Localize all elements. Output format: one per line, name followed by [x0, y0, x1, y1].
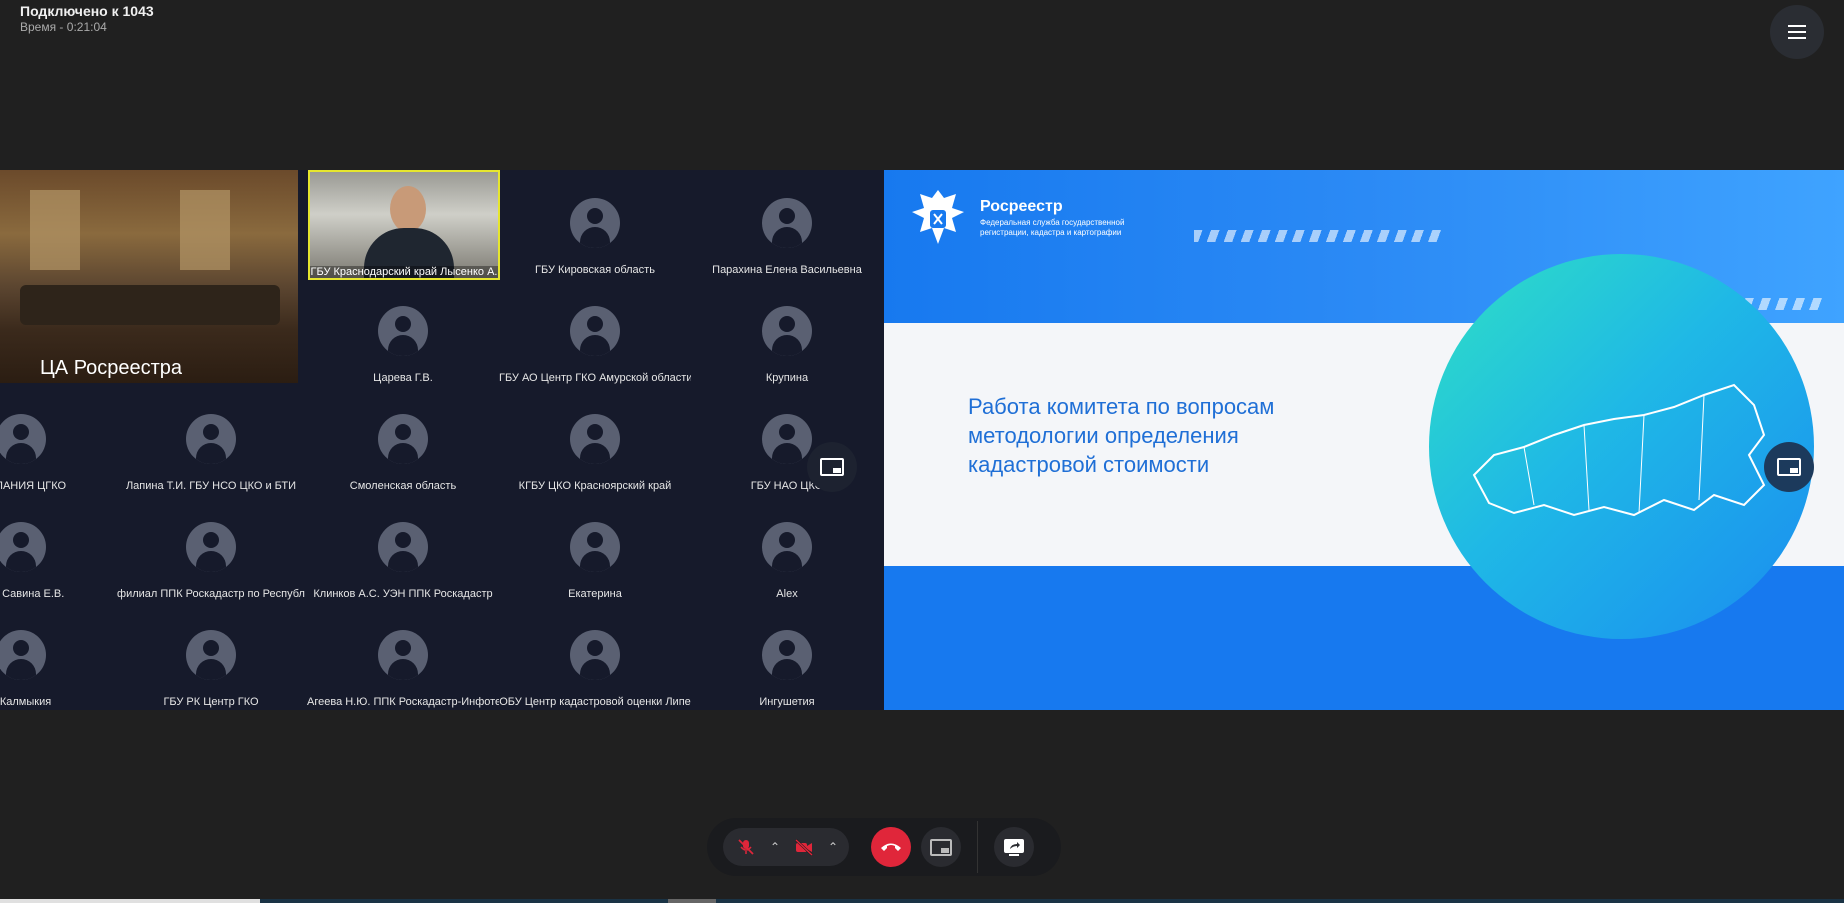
gallery-pip-button[interactable] — [807, 442, 857, 492]
connection-status: Подключено к 1043 Время - 0:21:04 — [20, 3, 154, 34]
phone-hangup-icon — [881, 843, 901, 851]
participant-tile[interactable]: Смоленская область — [307, 386, 499, 494]
participant-name: ГБУ Кировская область — [535, 264, 655, 276]
participant-tile[interactable]: ГБУ РК Центр ГКО — [115, 602, 307, 710]
room-label: ЦА Росреестра — [40, 357, 183, 379]
participant-tile[interactable]: Лапина Т.И. ГБУ НСО ЦКО и БТИ — [115, 386, 307, 494]
media-controls: ⌃ ⌃ — [723, 828, 849, 866]
participant-tile[interactable]: КГБУ ЦКО Красноярский край — [499, 386, 691, 494]
picture-in-picture-icon — [820, 458, 844, 476]
avatar-icon — [570, 630, 620, 680]
mic-toggle-button[interactable] — [729, 830, 763, 864]
participant-name: филиал ППК Роскадастр по Республ — [117, 588, 305, 600]
participant-name: ГБУ НАО ЦКО — [750, 480, 824, 492]
participant-tile[interactable]: ОБУ Центр кадастровой оценки Липе — [499, 602, 691, 710]
screen-share-button[interactable] — [994, 827, 1034, 867]
rosreestr-emblem-icon — [912, 190, 964, 244]
participant-name: О-АЛАНИЯ ЦГКО — [0, 480, 67, 492]
avatar-icon — [186, 414, 236, 464]
avatar-icon — [0, 630, 46, 680]
mic-options-chevron-icon[interactable]: ⌃ — [765, 837, 785, 857]
participant-name: п Калмыкия — [0, 696, 52, 708]
avatar-icon — [0, 414, 46, 464]
participant-tile[interactable]: Парахина Елена Васильевна — [691, 170, 883, 278]
participant-name: Агеева Н.Ю. ППК Роскадастр-Инфоте — [307, 696, 499, 708]
participant-name: БТИ Савина Е.В. — [0, 588, 65, 600]
avatar-icon — [762, 414, 812, 464]
menu-button[interactable] — [1770, 5, 1824, 59]
connection-label: Подключено к 1043 — [20, 3, 154, 19]
participant-tile[interactable]: О-АЛАНИЯ ЦГКО — [0, 386, 117, 494]
participant-name: Смоленская область — [349, 480, 457, 492]
avatar-icon — [378, 414, 428, 464]
avatar-icon — [378, 306, 428, 356]
participant-name: КГБУ ЦКО Красноярский край — [518, 480, 672, 492]
avatar-icon — [762, 198, 812, 248]
avatar-icon — [378, 630, 428, 680]
screen-share-icon — [1004, 839, 1024, 856]
conference-window: { "status": { "connected": "Подключено к… — [0, 0, 1844, 903]
call-timer: Время - 0:21:04 — [20, 20, 107, 34]
participant-name: Крупина — [765, 372, 809, 384]
participant-name: ГБУ РК Центр ГКО — [163, 696, 259, 708]
participant-tile[interactable]: ГБУ АО Центр ГКО Амурской области — [499, 278, 691, 386]
camera-off-icon — [795, 839, 813, 856]
participant-name: Ингушетия — [759, 696, 815, 708]
hangup-button[interactable] — [871, 827, 911, 867]
participant-tile[interactable]: Агеева Н.Ю. ППК Роскадастр-Инфоте — [307, 602, 499, 710]
camera-options-chevron-icon[interactable]: ⌃ — [823, 837, 843, 857]
participant-name: Alex — [776, 588, 798, 600]
participant-tile[interactable]: Царева Г.В. — [307, 278, 499, 386]
avatar-icon — [762, 522, 812, 572]
participant-name: Парахина Елена Васильевна — [712, 264, 862, 276]
avatar-icon — [186, 522, 236, 572]
participant-name: ОБУ Центр кадастровой оценки Липе — [499, 696, 691, 708]
participant-tile[interactable]: Ингушетия — [691, 602, 883, 710]
picture-in-picture-icon — [930, 838, 952, 856]
participant-name: ГБУ АО Центр ГКО Амурской области — [499, 372, 691, 384]
call-toolbar: ⌃ ⌃ — [707, 818, 1061, 876]
avatar-icon — [570, 306, 620, 356]
slide-title: Работа комитета по вопросам методологии … — [968, 394, 1275, 477]
participant-tile[interactable]: Alex — [691, 494, 883, 602]
participant-tile[interactable]: Екатерина — [499, 494, 691, 602]
avatar-icon — [762, 630, 812, 680]
avatar-icon — [378, 522, 428, 572]
screen-share-view: Росреестр Федеральная служба государстве… — [884, 170, 1844, 710]
russia-map-icon — [1472, 383, 1766, 517]
speaker-name: ГБУ Краснодарский край Лысенко А. — [310, 266, 498, 278]
participant-name: Клинков А.С. УЭН ППК Роскадастр — [313, 588, 493, 600]
participant-name: Царева Г.В. — [373, 372, 433, 384]
participant-tile[interactable]: п Калмыкия — [0, 602, 117, 710]
participant-gallery: ЦА Росреестра ГБУ Краснодарский край Лыс… — [0, 170, 884, 710]
avatar-icon — [570, 198, 620, 248]
participant-name: Лапина Т.И. ГБУ НСО ЦКО и БТИ — [125, 480, 297, 492]
participant-tile[interactable]: филиал ППК Роскадастр по Республ — [115, 494, 307, 602]
avatar-icon — [0, 522, 46, 572]
slide-brand-sub: Федеральная служба государственной регис… — [980, 218, 1125, 237]
share-pip-button[interactable] — [1764, 442, 1814, 492]
avatar-icon — [186, 630, 236, 680]
mic-off-icon — [738, 839, 754, 855]
participant-tile[interactable]: БТИ Савина Е.В. — [0, 494, 117, 602]
participant-tile[interactable]: Крупина — [691, 278, 883, 386]
participant-tile[interactable]: Клинков А.С. УЭН ППК Роскадастр — [307, 494, 499, 602]
camera-toggle-button[interactable] — [787, 830, 821, 864]
pip-button[interactable] — [921, 827, 961, 867]
avatar-icon — [762, 306, 812, 356]
avatar-icon — [570, 522, 620, 572]
participant-tile[interactable]: ГБУ Кировская область — [499, 170, 691, 278]
active-speaker-tile[interactable]: ГБУ Краснодарский край Лысенко А. — [308, 170, 500, 280]
slide-brand: Росреестр — [980, 198, 1063, 215]
avatar-icon — [570, 414, 620, 464]
room-video-tile[interactable]: ЦА Росреестра — [0, 170, 298, 383]
participant-name: Екатерина — [568, 588, 622, 600]
picture-in-picture-icon — [1777, 458, 1801, 476]
hamburger-icon — [1788, 23, 1806, 41]
taskbar-strip — [0, 899, 1844, 903]
